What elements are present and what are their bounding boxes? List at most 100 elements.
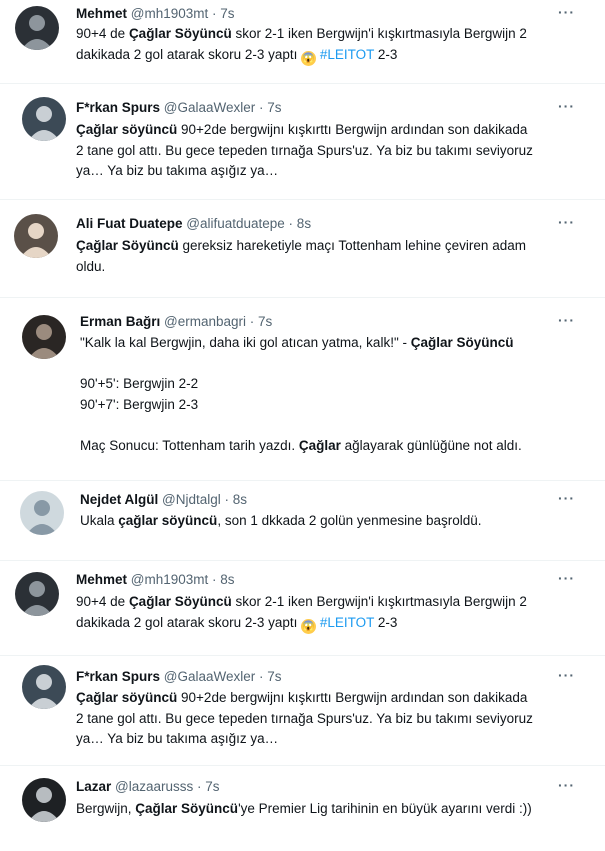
author-handle-time[interactable]: @alifuatduatepe · 8s (186, 216, 311, 231)
more-options-icon[interactable]: ··· (558, 777, 575, 793)
tweet-text-line: dakikada 2 gol atarak skoru 2-3 yaptı 😱 … (76, 613, 576, 634)
tweet-text-line: 90'+5': Bergwjin 2-2 (80, 374, 580, 395)
text-segment: skor 2-1 iken Bergwijn'i kışkırtmasıyla … (231, 594, 527, 609)
text-segment: skor 2-1 iken Bergwijn'i kışkırtmasıyla … (231, 26, 527, 41)
avatar[interactable] (14, 214, 58, 258)
tweet-divider (0, 480, 605, 481)
highlighted-keyword: Çağlar Söyüncü (128, 594, 232, 609)
more-options-icon[interactable]: ··· (558, 570, 575, 586)
text-segment: ağlayarak günlüğüne not aldı. (340, 437, 522, 453)
more-options-icon[interactable]: ··· (558, 667, 575, 683)
tweet-divider (0, 83, 605, 84)
tweet-text-line: 2 tane gol attı. Bu gece tepeden tırnağa… (76, 709, 576, 730)
tweet-text: Bergwijn, Çağlar Söyüncü'ye Premier Lig … (76, 799, 576, 820)
tweet-header: Erman Bağrı @ermanbagri · 7s (80, 314, 272, 329)
author-name[interactable]: Ali Fuat Duatepe (76, 216, 183, 231)
tweet-text-line: oldu. (76, 257, 576, 278)
tweet-text-line: 90'+7': Bergwjin 2-3 (80, 395, 580, 416)
text-segment: 2 tane gol attı. Bu gece tepeden tırnağa… (76, 142, 533, 158)
tweet-text-line: dakikada 2 gol atarak skoru 2-3 yaptı 😱 … (76, 45, 576, 66)
text-segment: 2 tane gol attı. Bu gece tepeden tırnağa… (76, 710, 533, 726)
tweet-text: Çağlar Söyüncü gereksiz hareketiyle maçı… (76, 236, 576, 277)
tweet-text-line: Çağlar söyüncü 90+2de bergwijnı kışkırtt… (76, 688, 576, 709)
text-segment: 90'+5': Bergwjin 2-2 (80, 376, 199, 391)
more-options-icon[interactable]: ··· (558, 490, 575, 506)
avatar[interactable] (15, 572, 59, 616)
tweet-text-line: "Kalk la kal Bergwjin, daha iki gol atıc… (80, 333, 580, 354)
text-segment: 90'+7': Bergwjin 2-3 (80, 396, 199, 412)
author-handle-time[interactable]: @lazaarusss · 7s (115, 779, 220, 794)
tweet-divider (0, 199, 605, 200)
text-segment: 90+2de bergwijnı kışkırttı Bergwijn ardı… (177, 690, 528, 705)
tweet-text-line: Çağlar söyüncü 90+2de bergwijnı kışkırtt… (76, 120, 576, 141)
hashtag-link[interactable]: #LEITOT (316, 47, 374, 62)
tweet-text-line (80, 415, 580, 436)
text-segment: 90+4 de (76, 594, 129, 609)
author-name[interactable]: Mehmet (76, 572, 127, 587)
avatar[interactable] (22, 97, 66, 141)
tweet-divider (0, 560, 605, 561)
author-handle-time[interactable]: @mh1903mt · 7s (131, 6, 235, 21)
author-handle-time[interactable]: @mh1903mt · 8s (131, 572, 235, 587)
highlighted-keyword: Çağlar Söyüncü (410, 335, 514, 350)
tweet-text-line: 2 tane gol attı. Bu gece tepeden tırnağa… (76, 141, 576, 162)
author-handle-time[interactable]: @GalaaWexler · 7s (164, 669, 282, 684)
author-name[interactable]: Mehmet (76, 6, 127, 21)
hashtag-link[interactable]: #LEITOT (316, 615, 374, 630)
author-name[interactable]: Nejdet Algül (80, 492, 158, 507)
tweet-text-line: ya… Ya biz bu takıma aşığız ya… (76, 161, 576, 182)
text-segment: dakikada 2 gol atarak skoru 2-3 yaptı (76, 614, 302, 630)
tweet-divider (0, 765, 605, 766)
more-options-icon[interactable]: ··· (558, 98, 575, 114)
screaming-face-emoji-icon: 😱 (301, 618, 317, 634)
tweet-text-line: Ukala çağlar söyüncü, son 1 dkkada 2 gol… (80, 511, 580, 532)
author-handle-time[interactable]: @ermanbagri · 7s (164, 314, 272, 329)
text-segment: 90+2de bergwijnı kışkırttı Bergwijn ardı… (177, 122, 528, 137)
author-name[interactable]: Erman Bağrı (80, 314, 160, 329)
tweet-header: Mehmet @mh1903mt · 7s (76, 6, 235, 21)
tweet-text-line: 90+4 de Çağlar Söyüncü skor 2-1 iken Ber… (76, 592, 576, 613)
text-segment: 90+4 de (76, 26, 129, 41)
text-segment: , son 1 dkkada 2 golün yenmesine başrold… (217, 513, 482, 528)
author-name[interactable]: Lazar (76, 779, 111, 794)
tweet-text: 90+4 de Çağlar Söyüncü skor 2-1 iken Ber… (76, 592, 576, 634)
avatar[interactable] (22, 778, 66, 822)
text-segment: gereksiz hareketiyle maçı Tottenham lehi… (178, 238, 526, 253)
author-handle-time[interactable]: @Njdtalgl · 8s (162, 492, 247, 507)
highlighted-keyword: Çağlar (298, 437, 341, 453)
tweet-divider (0, 297, 605, 298)
screaming-face-emoji-icon: 😱 (301, 50, 317, 66)
tweet-header: Ali Fuat Duatepe @alifuatduatepe · 8s (76, 216, 311, 231)
tweet-header: Nejdet Algül @Njdtalgl · 8s (80, 492, 247, 507)
tweet-header: F*rkan Spurs @GalaaWexler · 7s (76, 100, 282, 115)
more-options-icon[interactable]: ··· (558, 312, 575, 328)
avatar[interactable] (22, 665, 66, 709)
text-segment: "Kalk la kal Bergwjin, daha iki gol atıc… (80, 335, 411, 350)
tweet-header: Lazar @lazaarusss · 7s (76, 779, 220, 794)
text-segment: oldu. (76, 258, 106, 274)
highlighted-keyword: Çağlar Söyüncü (135, 801, 239, 816)
avatar[interactable] (22, 315, 66, 359)
author-handle-time[interactable]: @GalaaWexler · 7s (164, 100, 282, 115)
tweet-text-line: Bergwijn, Çağlar Söyüncü'ye Premier Lig … (76, 799, 576, 820)
text-segment: ya… Ya biz bu takıma aşığız ya… (76, 163, 279, 178)
tweet-divider (0, 655, 605, 656)
highlighted-keyword: Çağlar söyüncü (76, 122, 178, 137)
tweet-text: 90+4 de Çağlar Söyüncü skor 2-1 iken Ber… (76, 24, 576, 66)
more-options-icon[interactable]: ··· (558, 214, 575, 230)
author-name[interactable]: F*rkan Spurs (76, 100, 160, 115)
tweet-header: Mehmet @mh1903mt · 8s (76, 572, 235, 587)
highlighted-keyword: Çağlar Söyüncü (128, 26, 232, 41)
tweet-text: "Kalk la kal Bergwjin, daha iki gol atıc… (80, 333, 580, 456)
avatar[interactable] (20, 491, 64, 535)
avatar[interactable] (15, 6, 59, 50)
text-segment: 2-3 (374, 614, 398, 630)
text-segment: 2-3 (374, 46, 398, 62)
text-segment: 'ye Premier Lig tarihinin en büyük ayarı… (238, 801, 532, 816)
more-options-icon[interactable]: ··· (558, 4, 575, 20)
highlighted-keyword: Çağlar söyüncü (76, 690, 178, 705)
tweet-text: Çağlar söyüncü 90+2de bergwijnı kışkırtt… (76, 120, 576, 182)
author-name[interactable]: F*rkan Spurs (76, 669, 160, 684)
text-segment: dakikada 2 gol atarak skoru 2-3 yaptı (76, 46, 302, 62)
text-segment: Bergwijn, (76, 801, 136, 816)
